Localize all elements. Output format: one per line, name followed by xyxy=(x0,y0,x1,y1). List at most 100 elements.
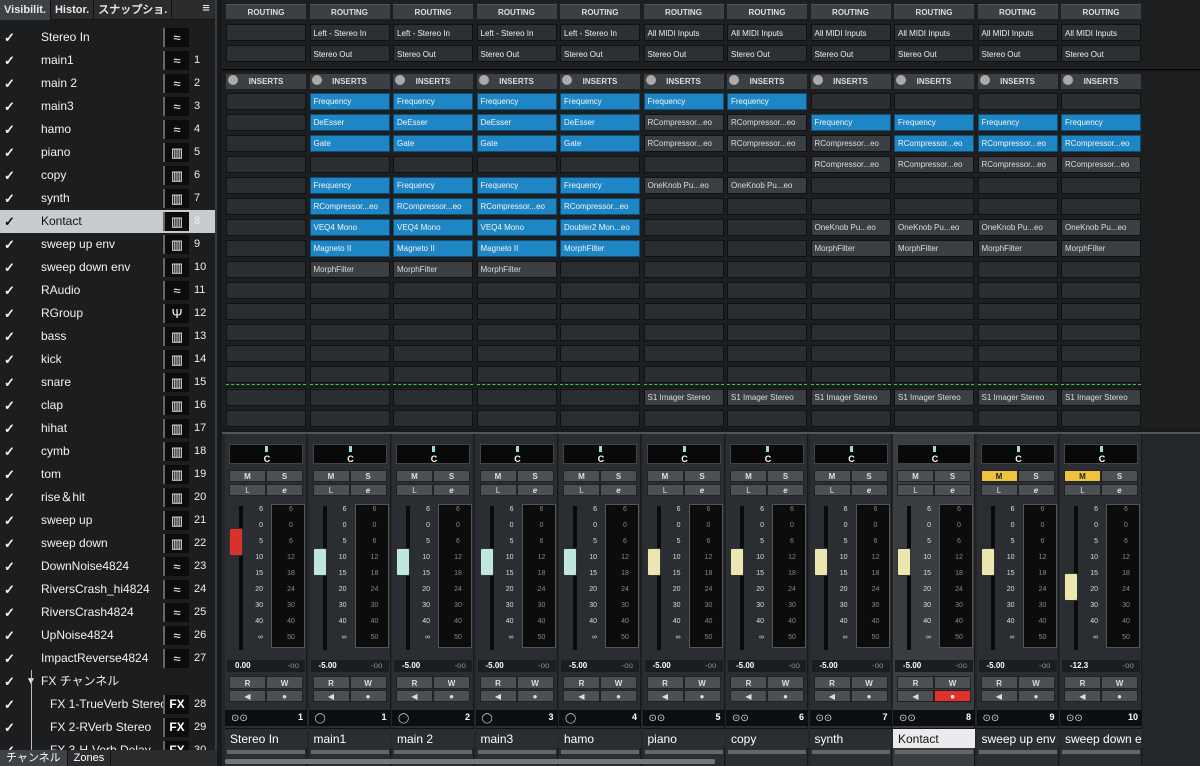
channel-name[interactable]: sweep up env xyxy=(976,728,1059,748)
inserts-header[interactable]: INSERTS xyxy=(309,74,390,89)
power-icon[interactable] xyxy=(896,75,906,85)
insert-slot[interactable]: Frequency xyxy=(476,93,557,110)
visibility-check-icon[interactable]: ✓ xyxy=(4,670,15,693)
insert-slot[interactable] xyxy=(977,93,1058,110)
insert-slot[interactable]: Frequency xyxy=(977,114,1058,131)
pan-control[interactable]: C xyxy=(229,444,303,464)
insert-slot[interactable]: RCompressor...eo xyxy=(560,198,640,215)
mute-button[interactable]: M xyxy=(897,470,934,482)
pan-control[interactable]: C xyxy=(1064,444,1138,464)
output-routing-slot[interactable]: Stereo Out xyxy=(1061,45,1141,62)
power-icon[interactable] xyxy=(311,75,322,85)
track-row[interactable]: ✓ main1 ≈1 xyxy=(0,49,215,72)
fader-handle[interactable] xyxy=(1064,573,1078,602)
output-routing-slot[interactable]: Stereo Out xyxy=(309,45,390,62)
input-routing-slot[interactable]: Left - Stereo In xyxy=(393,24,473,41)
visibility-check-icon[interactable]: ✓ xyxy=(4,624,15,647)
track-row[interactable]: ✓ DownNoise4824 ≈23 xyxy=(0,555,215,578)
track-row[interactable]: ✓ hamo ≈4 xyxy=(0,118,215,141)
fader-handle[interactable] xyxy=(479,548,494,576)
insert-slot[interactable] xyxy=(560,261,640,278)
input-routing-slot[interactable]: Left - Stereo In xyxy=(560,24,640,41)
volume-value[interactable]: -5.00 xyxy=(736,661,754,670)
channel-name[interactable]: main3 xyxy=(475,728,558,748)
write-automation-button[interactable]: W xyxy=(266,676,303,689)
input-routing-slot[interactable]: All MIDI Inputs xyxy=(894,24,974,41)
mute-button[interactable]: M xyxy=(563,470,600,482)
input-routing-slot[interactable]: Left - Stereo In xyxy=(309,24,390,41)
insert-slot[interactable] xyxy=(476,156,557,173)
track-row[interactable]: ✓ rise＆hit ▥ 20 xyxy=(0,486,215,509)
insert-slot[interactable] xyxy=(810,261,891,278)
insert-slot[interactable]: Frequency xyxy=(309,177,390,194)
horizontal-scrollbar[interactable] xyxy=(225,759,715,764)
track-row[interactable]: ✓ hihat ▥ 17 xyxy=(0,417,215,440)
output-routing-slot[interactable] xyxy=(226,45,306,62)
insert-slot[interactable]: OneKnob Pu...eo xyxy=(977,219,1058,236)
insert-slot[interactable] xyxy=(810,303,891,320)
channel-name[interactable]: main 2 xyxy=(392,728,474,748)
mute-button[interactable]: M xyxy=(813,470,851,482)
insert-slot[interactable]: RCompressor...eo xyxy=(977,135,1058,152)
insert-slot[interactable] xyxy=(226,177,306,194)
visibility-check-icon[interactable]: ✓ xyxy=(4,647,15,670)
edit-channel-button[interactable]: e xyxy=(767,484,804,496)
visibility-check-icon[interactable]: ✓ xyxy=(4,302,15,325)
listen-button[interactable]: L xyxy=(1064,484,1101,496)
listen-button[interactable]: L xyxy=(646,484,684,496)
volume-value[interactable]: -5.00 xyxy=(569,661,587,670)
insert-slot[interactable] xyxy=(476,324,557,341)
track-row[interactable]: ✓ sweep down env ▥ 10 xyxy=(0,256,215,279)
insert-slot[interactable]: OneKnob Pu...eo xyxy=(894,219,974,236)
insert-slot[interactable] xyxy=(727,198,807,215)
insert-slot[interactable] xyxy=(476,410,557,427)
mute-button[interactable]: M xyxy=(646,470,684,482)
inserts-header[interactable]: INSERTS xyxy=(476,74,557,89)
track-row[interactable]: ✓ FX 2-RVerb Stereo FX 29 xyxy=(0,716,215,739)
insert-slot[interactable]: MorphFilter xyxy=(309,261,390,278)
volume-value[interactable]: 0.00 xyxy=(235,661,251,670)
insert-slot[interactable] xyxy=(476,303,557,320)
pan-control[interactable]: C xyxy=(312,444,387,464)
insert-slot[interactable] xyxy=(894,345,974,362)
track-row[interactable]: ✓ synth ▥ 7 xyxy=(0,187,215,210)
tab-snapshots[interactable]: スナップショ. xyxy=(94,0,173,20)
input-routing-slot[interactable]: All MIDI Inputs xyxy=(1061,24,1141,41)
power-icon[interactable] xyxy=(562,75,572,85)
pan-control[interactable]: C xyxy=(813,444,888,464)
mute-button[interactable]: M xyxy=(479,470,517,482)
track-row[interactable]: ✓ kick ▥ 14 xyxy=(0,348,215,371)
write-automation-button[interactable]: W xyxy=(349,676,387,689)
fader-handle[interactable] xyxy=(980,548,995,576)
insert-slot[interactable] xyxy=(643,345,724,362)
insert-slot[interactable] xyxy=(1061,93,1141,110)
visibility-check-icon[interactable]: ✓ xyxy=(4,578,15,601)
channel-name[interactable]: piano xyxy=(642,728,725,748)
insert-slot[interactable] xyxy=(226,303,306,320)
output-routing-slot[interactable]: Stereo Out xyxy=(810,45,891,62)
insert-slot[interactable] xyxy=(226,261,306,278)
power-icon[interactable] xyxy=(1063,75,1073,85)
insert-slot[interactable] xyxy=(810,282,891,299)
insert-slot[interactable] xyxy=(476,345,557,362)
visibility-check-icon[interactable]: ✓ xyxy=(4,693,15,716)
insert-slot[interactable]: MorphFilter xyxy=(810,240,891,257)
monitor-icon[interactable]: ◀ xyxy=(897,690,934,702)
read-automation-button[interactable]: R xyxy=(1064,676,1101,689)
monitor-icon[interactable]: ◀ xyxy=(479,690,517,702)
fader-handle[interactable] xyxy=(813,548,828,576)
write-automation-button[interactable]: W xyxy=(850,676,888,689)
record-enable-icon[interactable]: ● xyxy=(516,690,554,702)
insert-slot[interactable]: Gate xyxy=(309,135,390,152)
monitor-icon[interactable]: ◀ xyxy=(646,690,684,702)
mute-button[interactable]: M xyxy=(229,470,266,482)
fader-handle[interactable] xyxy=(312,548,327,576)
insert-slot[interactable]: RCompressor...eo xyxy=(643,114,724,131)
insert-slot[interactable] xyxy=(643,156,724,173)
insert-slot[interactable] xyxy=(894,198,974,215)
insert-slot[interactable] xyxy=(643,366,724,383)
write-automation-button[interactable]: W xyxy=(600,676,637,689)
insert-slot[interactable]: Doubler2 Mon...eo xyxy=(560,219,640,236)
record-enable-icon[interactable]: ● xyxy=(600,690,637,702)
edit-channel-button[interactable]: e xyxy=(516,484,554,496)
